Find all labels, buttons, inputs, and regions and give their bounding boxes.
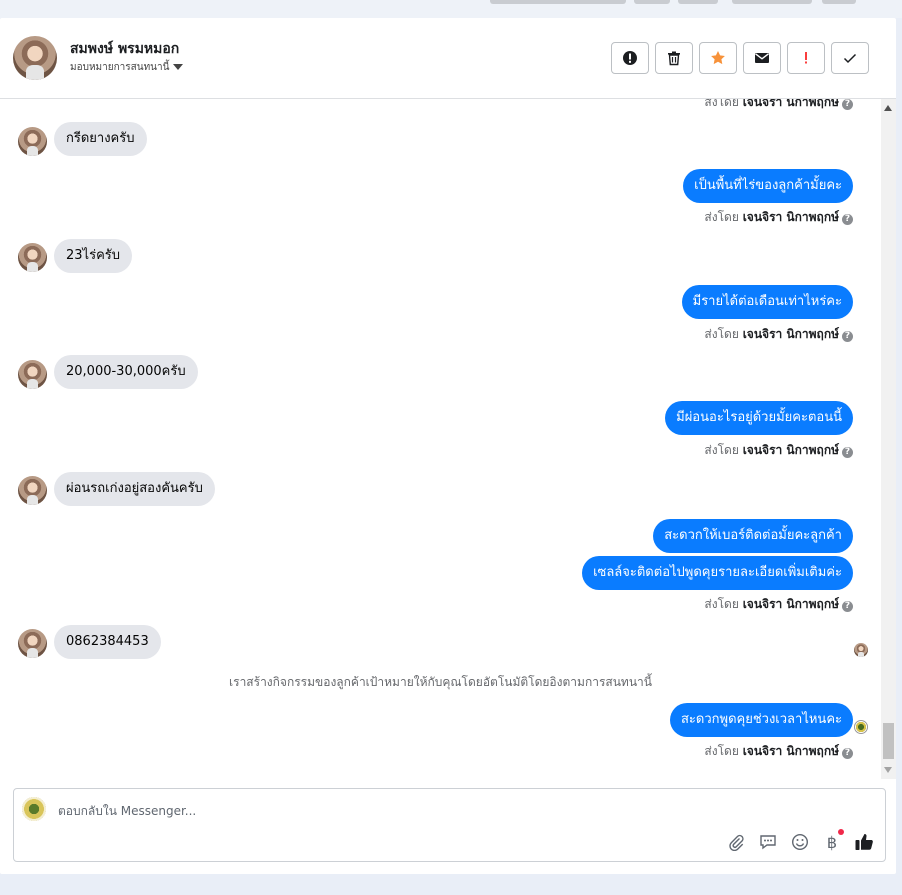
top-tab[interactable] bbox=[678, 0, 718, 4]
top-tab[interactable] bbox=[490, 0, 626, 4]
alert-circle-icon bbox=[623, 51, 637, 65]
saved-reply-button[interactable] bbox=[757, 831, 779, 853]
exclamation-icon bbox=[805, 52, 807, 64]
incoming-message[interactable]: 20,000-30,000ครับ bbox=[54, 355, 198, 389]
contact-avatar[interactable] bbox=[13, 36, 57, 80]
assign-label: มอบหมายการสนทนานี้ bbox=[70, 62, 170, 73]
mark-spam-button[interactable] bbox=[611, 42, 649, 74]
contact-avatar[interactable] bbox=[18, 243, 47, 272]
conversation-actions bbox=[611, 42, 869, 74]
page-logo bbox=[22, 797, 46, 821]
thread-scrollbar[interactable] bbox=[881, 99, 896, 779]
incoming-message[interactable]: 23ไร่ครับ bbox=[54, 239, 132, 273]
assign-conversation-dropdown[interactable]: มอบหมายการสนทนานี้ bbox=[70, 60, 184, 75]
sent-by-label: ส่งโดย เจนจิรา นิกาพฤกษ์? bbox=[704, 742, 853, 761]
mark-done-button[interactable] bbox=[831, 42, 869, 74]
help-icon[interactable]: ? bbox=[842, 601, 853, 612]
sent-by-label: ส่งโดย เจนจิรา นิกาพฤกษ์? bbox=[704, 595, 853, 614]
help-icon[interactable]: ? bbox=[842, 99, 853, 110]
trash-icon bbox=[668, 51, 680, 66]
outgoing-message[interactable]: เซลล์จะติดต่อไปพูดคุยรายละเอียดเพิ่มเติม… bbox=[582, 556, 853, 590]
sent-by-label: ส่งโดย เจนจิรา นิกาพฤกษ์? bbox=[704, 99, 853, 112]
outgoing-message[interactable]: มีผ่อนอะไรอยู่ด้วยมั้ยคะตอนนี้ bbox=[665, 401, 853, 435]
paperclip-icon bbox=[729, 834, 744, 851]
contact-avatar[interactable] bbox=[18, 476, 47, 505]
contact-avatar[interactable] bbox=[18, 127, 47, 156]
reply-input[interactable] bbox=[58, 801, 658, 821]
composer-tools: ฿ bbox=[725, 829, 875, 853]
help-icon[interactable]: ? bbox=[842, 331, 853, 342]
outgoing-message[interactable]: สะดวกให้เบอร์ติดต่อมั้ยคะลูกค้า bbox=[653, 519, 853, 553]
top-tab[interactable] bbox=[822, 0, 856, 4]
mark-unread-button[interactable] bbox=[743, 42, 781, 74]
mark-important-button[interactable] bbox=[787, 42, 825, 74]
seen-page-icon bbox=[854, 720, 868, 734]
contact-avatar[interactable] bbox=[18, 629, 47, 658]
notification-dot bbox=[838, 829, 844, 835]
saved-reply-icon bbox=[760, 835, 776, 850]
help-icon[interactable]: ? bbox=[842, 447, 853, 458]
sent-by-label: ส่งโดย เจนจิรา นิกาพฤกษ์? bbox=[704, 208, 853, 227]
incoming-message[interactable]: กรีดยางครับ bbox=[54, 122, 147, 156]
top-strip bbox=[0, 0, 902, 18]
check-icon bbox=[843, 53, 857, 64]
top-tab[interactable] bbox=[732, 0, 812, 4]
contact-name[interactable]: สมพงษ์ พรมหมอก bbox=[70, 38, 179, 60]
emoji-icon bbox=[791, 833, 809, 851]
conversation-header: สมพงษ์ พรมหมอก มอบหมายการสนทนานี้ bbox=[0, 18, 896, 99]
scroll-down-arrow-icon[interactable] bbox=[884, 767, 892, 773]
baht-icon: ฿ bbox=[826, 832, 838, 852]
help-icon[interactable]: ? bbox=[842, 748, 853, 759]
conversation-panel: สมพงษ์ พรมหมอก มอบหมายการสนทนานี้ ส่งโดย… bbox=[0, 18, 896, 874]
like-button[interactable] bbox=[853, 831, 875, 853]
message-thread[interactable]: ส่งโดย เจนจิรา นิกาพฤกษ์? กรีดยางครับ เป… bbox=[0, 99, 881, 779]
incoming-message[interactable]: 0862384453 bbox=[54, 625, 161, 659]
help-icon[interactable]: ? bbox=[842, 214, 853, 225]
thumbs-up-icon bbox=[855, 834, 873, 850]
attach-button[interactable] bbox=[725, 831, 747, 853]
sent-by-label: ส่งโดย เจนจิรา นิกาพฤกษ์? bbox=[704, 441, 853, 460]
reply-composer: ฿ bbox=[13, 788, 886, 862]
caret-down-icon bbox=[173, 64, 184, 70]
outgoing-message[interactable]: มีรายได้ต่อเดือนเท่าไหร่คะ bbox=[681, 285, 853, 319]
scrollbar-thumb[interactable] bbox=[883, 723, 894, 759]
system-note: เราสร้างกิจกรรมของลูกค้าเป้าหมายให้กับคุ… bbox=[229, 675, 652, 689]
delete-button[interactable] bbox=[655, 42, 693, 74]
incoming-message[interactable]: ผ่อนรถเก่งอยู่สองคันครับ bbox=[54, 472, 215, 506]
payment-button[interactable]: ฿ bbox=[821, 829, 844, 853]
outgoing-message[interactable]: เป็นพื้นที่ไร่ของลูกค้ามั้ยคะ bbox=[683, 169, 853, 203]
sent-by-label: ส่งโดย เจนจิรา นิกาพฤกษ์? bbox=[704, 325, 853, 344]
emoji-button[interactable] bbox=[789, 831, 811, 853]
star-icon bbox=[711, 51, 725, 65]
top-tab[interactable] bbox=[634, 0, 670, 4]
seen-avatar bbox=[854, 643, 868, 657]
envelope-icon bbox=[755, 53, 769, 63]
contact-avatar[interactable] bbox=[18, 360, 47, 389]
scroll-up-arrow-icon[interactable] bbox=[884, 105, 892, 111]
outgoing-message[interactable]: สะดวกพูดคุยช่วงเวลาไหนคะ bbox=[669, 703, 853, 737]
star-button[interactable] bbox=[699, 42, 737, 74]
